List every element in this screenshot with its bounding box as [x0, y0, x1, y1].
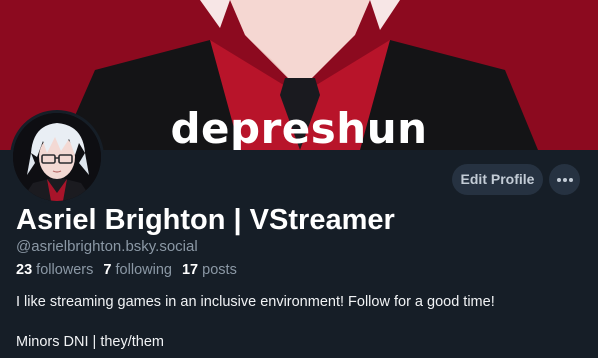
avatar-image — [13, 113, 101, 201]
following-stat[interactable]: 7 following — [103, 262, 172, 278]
following-count: 7 — [103, 262, 112, 278]
display-name: Asriel Brighton | VStreamer — [16, 204, 395, 236]
bio-line: I like streaming games in an inclusive e… — [16, 294, 495, 310]
more-options-button[interactable] — [549, 164, 580, 195]
bio-line: Minors DNI | they/them — [16, 334, 165, 350]
posts-label: posts — [202, 262, 237, 278]
edit-profile-button[interactable]: Edit Profile — [452, 164, 543, 195]
profile-stats: 23 followers 7 following 17 posts — [16, 262, 243, 278]
avatar[interactable] — [10, 110, 104, 204]
profile-handle: @asrielbrighton.bsky.social — [16, 238, 198, 255]
following-label: following — [115, 262, 172, 278]
followers-stat[interactable]: 23 followers — [16, 262, 93, 278]
posts-stat: 17 posts — [182, 262, 237, 278]
followers-label: followers — [36, 262, 94, 278]
followers-count: 23 — [16, 262, 33, 278]
profile-bio: I like streaming games in an inclusive e… — [16, 292, 495, 358]
posts-count: 17 — [181, 262, 199, 278]
